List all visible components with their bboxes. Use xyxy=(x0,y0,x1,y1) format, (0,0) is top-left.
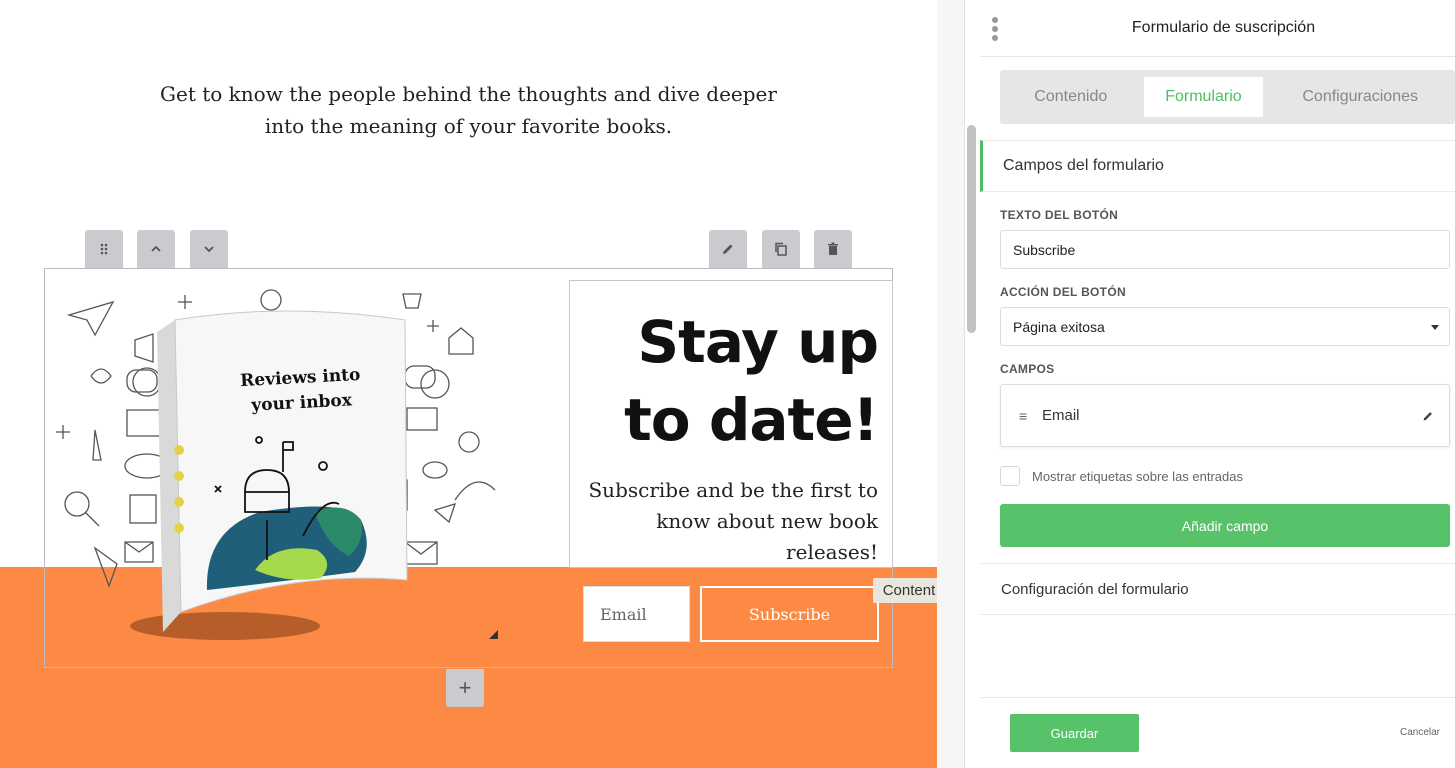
settings-panel: Formulario de suscripción Contenido Form… xyxy=(980,0,1455,768)
editor-canvas: Get to know the people behind the though… xyxy=(0,0,937,768)
panel-header: Formulario de suscripción xyxy=(980,0,1455,57)
button-text-label: TEXTO DEL BOTÓN xyxy=(1000,208,1119,222)
tab-configuraciones[interactable]: Configuraciones xyxy=(1269,77,1451,117)
copy-icon[interactable] xyxy=(762,230,800,268)
text-column[interactable]: Stay up to date! Subscribe and be the fi… xyxy=(569,280,893,568)
tab-contenido[interactable]: Contenido xyxy=(1004,77,1138,117)
panel-drag-icon[interactable] xyxy=(992,17,998,41)
show-labels-checkbox[interactable] xyxy=(1000,466,1020,486)
pencil-icon[interactable] xyxy=(709,230,747,268)
scroll-gutter xyxy=(937,0,965,768)
section-form-fields[interactable]: Campos del formulario xyxy=(980,140,1455,192)
add-block-button[interactable]: + xyxy=(446,669,484,707)
show-labels-text: Mostrar etiquetas sobre las entradas xyxy=(1032,468,1243,484)
button-action-value: Página exitosa xyxy=(1013,318,1105,335)
button-action-label: ACCIÓN DEL BOTÓN xyxy=(1000,285,1126,299)
panel-title: Formulario de suscripción xyxy=(1131,19,1316,36)
headline-line-1: Stay up xyxy=(637,308,879,376)
button-text-input[interactable]: Subscribe xyxy=(1000,230,1450,269)
intro-line-1: Get to know the people behind the though… xyxy=(160,82,777,106)
chevron-up-icon[interactable] xyxy=(137,230,175,268)
panel-footer: Guardar Cancelar xyxy=(980,697,1455,768)
caret-down-icon xyxy=(1431,325,1439,330)
intro-line-2: into the meaning of your favorite books. xyxy=(264,114,673,138)
drag-icon[interactable] xyxy=(85,230,123,268)
drag-handle-icon[interactable]: ≡ xyxy=(1019,409,1030,423)
show-labels-row: Mostrar etiquetas sobre las entradas xyxy=(1000,465,1455,487)
trash-icon[interactable] xyxy=(814,230,852,268)
add-field-button[interactable]: Añadir campo xyxy=(1000,504,1450,547)
tab-formulario[interactable]: Formulario xyxy=(1143,77,1264,117)
scrollbar-thumb[interactable] xyxy=(967,125,976,333)
cancel-link[interactable]: Cancelar xyxy=(1400,727,1440,738)
button-action-select[interactable]: Página exitosa xyxy=(1000,307,1450,346)
email-input[interactable]: Email xyxy=(583,586,690,642)
section-form-settings[interactable]: Configuración del formulario xyxy=(980,563,1455,615)
field-item-email[interactable]: ≡ Email xyxy=(1000,384,1450,447)
resize-handle-icon[interactable] xyxy=(489,630,498,639)
panel-tabs: Contenido Formulario Configuraciones xyxy=(1000,70,1455,124)
subscribe-button[interactable]: Subscribe xyxy=(700,586,879,642)
subtext: Subscribe and be the first to know about… xyxy=(588,478,878,564)
save-button[interactable]: Guardar xyxy=(1010,714,1139,752)
pencil-icon[interactable] xyxy=(1421,409,1435,423)
headline: Stay up to date! xyxy=(584,303,879,459)
headline-line-2: to date! xyxy=(624,386,879,454)
intro-text: Get to know the people behind the though… xyxy=(0,78,937,142)
chevron-down-icon[interactable] xyxy=(190,230,228,268)
book-title: Reviews into your inbox xyxy=(220,362,382,420)
field-name: Email xyxy=(1042,407,1080,424)
book-illustration xyxy=(55,280,515,650)
fields-label: CAMPOS xyxy=(1000,362,1055,376)
content-tag: Content xyxy=(873,578,937,603)
